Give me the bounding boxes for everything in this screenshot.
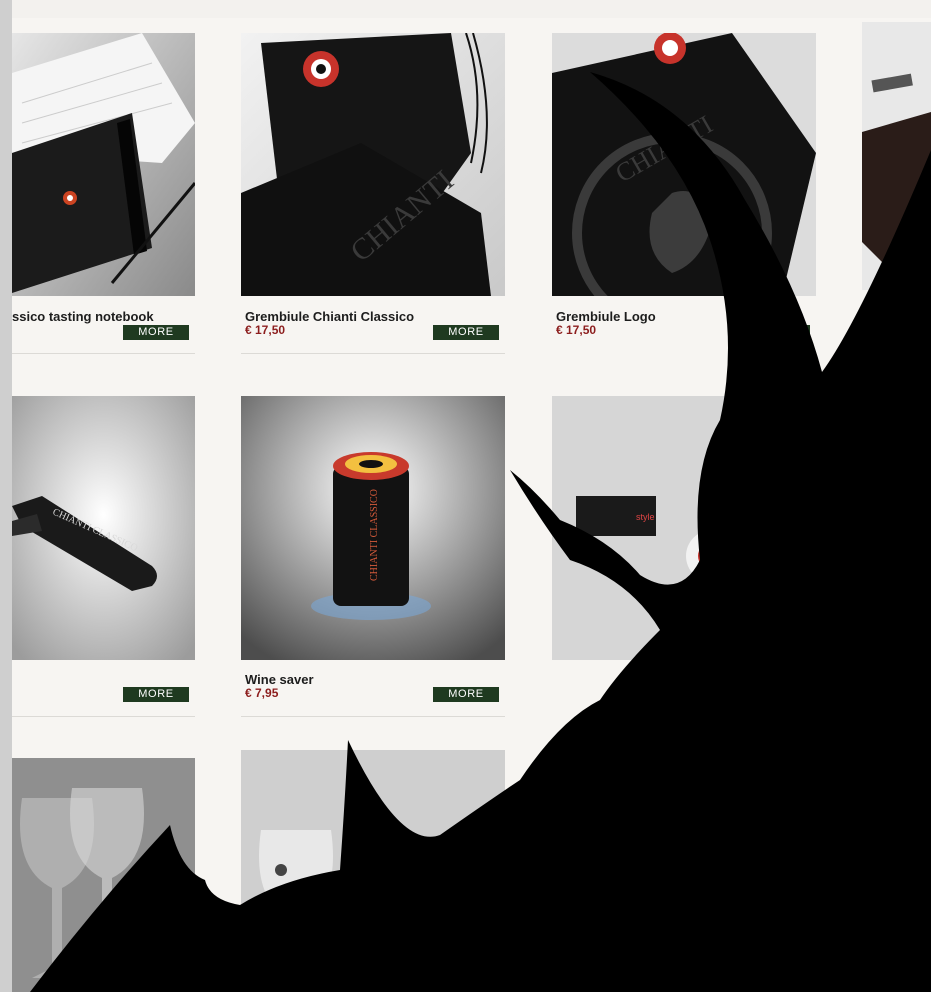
product-card-notebook[interactable]: ssico tasting notebook MORE [12, 33, 195, 355]
more-button[interactable]: MORE [123, 325, 189, 340]
apron-logo-image[interactable]: CHIANTI [552, 33, 816, 296]
product-price: € 7,95 [245, 686, 279, 700]
product-card-apron-logo[interactable]: CHIANTI Grembiule Logo € 17,50 M [552, 33, 816, 355]
divider [241, 716, 505, 717]
product-price: € 17,50 [245, 323, 286, 337]
glass-image[interactable] [241, 750, 505, 992]
product-card-corkscrew[interactable]: CHIANTI CLASSICO MORE [12, 396, 195, 718]
more-button[interactable]: MORE [433, 687, 499, 702]
divider [12, 353, 195, 354]
product-card-gift-set[interactable]: style [552, 396, 816, 660]
product-name[interactable]: ssico tasting notebook [12, 309, 154, 324]
product-price: € 17,50 [556, 323, 597, 337]
product-name[interactable]: Wine saver [245, 672, 314, 687]
more-button[interactable]: MORE [123, 687, 189, 702]
notebook-image[interactable] [12, 33, 195, 296]
wine-saver-image[interactable]: CHIANTI CLASSICO [241, 396, 505, 660]
apron-image[interactable]: CHIANTI [241, 33, 505, 296]
wine-saver-print-text: CHIANTI CLASSICO [369, 489, 380, 581]
product-card-wine-saver[interactable]: CHIANTI CLASSICO Wine saver € 7,95 MORE [241, 396, 505, 718]
corkscrew-image[interactable]: CHIANTI CLASSICO [12, 396, 195, 660]
product-card-glass[interactable] [241, 750, 505, 992]
product-card-wine-glasses[interactable] [12, 758, 195, 992]
divider [12, 716, 195, 717]
top-band [12, 0, 931, 18]
wine-glasses-image[interactable] [12, 758, 195, 992]
product-name[interactable]: Grembiule Chianti Classico [245, 309, 414, 324]
product-name[interactable]: G [866, 302, 876, 317]
more-button[interactable]: M [744, 325, 810, 340]
apron-brown-image[interactable] [862, 22, 931, 290]
product-card-apron-brown[interactable]: G [862, 22, 931, 344]
more-button[interactable]: MORE [433, 325, 499, 340]
gift-card-print-text: style [636, 512, 655, 522]
gift-set-image[interactable]: style [552, 396, 816, 660]
divider [241, 353, 505, 354]
product-card-apron[interactable]: CHIANTI Grembiule Chianti Classico € 17,… [241, 33, 505, 355]
left-border [0, 0, 12, 992]
product-name[interactable]: Grembiule Logo [556, 309, 656, 324]
